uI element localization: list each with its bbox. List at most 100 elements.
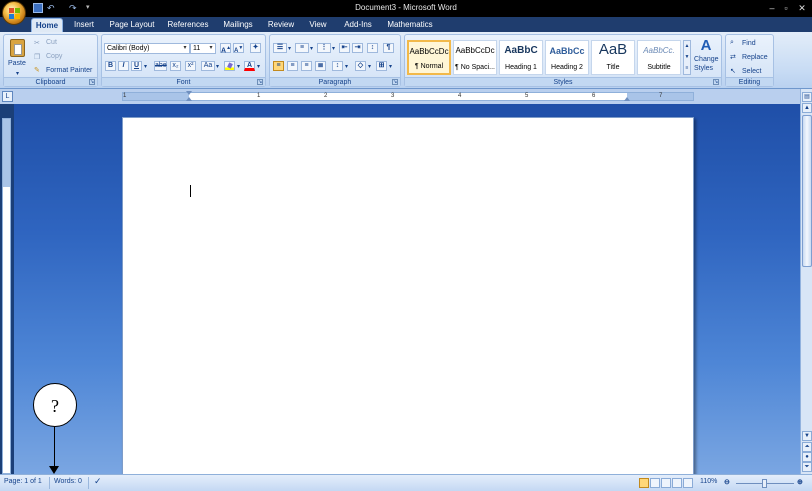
style-title[interactable]: AaB Title <box>591 40 635 75</box>
paste-icon[interactable] <box>10 39 25 57</box>
tab-view[interactable]: View <box>306 18 330 32</box>
change-styles-label-1[interactable]: Change <box>694 56 719 63</box>
page-count[interactable]: Page: 1 of 1 <box>4 478 42 485</box>
save-icon[interactable] <box>33 3 43 13</box>
styles-launcher-icon[interactable]: ↘ <box>713 79 719 85</box>
align-right-icon[interactable]: ≡ <box>301 61 312 71</box>
zoom-slider-thumb[interactable] <box>762 479 767 488</box>
multilevel-list-icon[interactable]: ⋮ <box>317 43 331 53</box>
font-color-button[interactable]: A <box>244 61 255 71</box>
style-normal[interactable]: AaBbCcDc ¶ Normal <box>407 40 451 75</box>
style-heading-2[interactable]: AaBbCc Heading 2 <box>545 40 589 75</box>
zoom-level[interactable]: 110% <box>700 478 717 485</box>
tab-mathematics[interactable]: Mathematics <box>384 18 436 32</box>
style-no-spacing[interactable]: AaBbCcDc ¶ No Spaci... <box>453 40 497 75</box>
justify-icon[interactable]: ≣ <box>315 61 326 71</box>
draft-view-icon[interactable] <box>683 478 693 488</box>
numbering-dropdown-icon[interactable]: ▾ <box>310 45 313 52</box>
show-marks-icon[interactable]: ¶ <box>383 43 394 53</box>
bullets-dropdown-icon[interactable]: ▾ <box>288 45 291 52</box>
paste-button[interactable]: Paste <box>8 60 26 67</box>
zoom-out-icon[interactable]: ⊖ <box>724 478 730 486</box>
align-center-icon[interactable]: ≡ <box>287 61 298 71</box>
subscript-button[interactable]: x₂ <box>170 61 181 71</box>
bold-button[interactable]: B <box>105 61 116 71</box>
find-button[interactable]: Find <box>742 40 756 47</box>
numbering-icon[interactable]: ≡ <box>295 43 309 53</box>
customize-quick-access-icon[interactable]: ▾ <box>86 3 96 13</box>
bullets-icon[interactable]: ☰ <box>273 43 287 53</box>
close-icon[interactable]: ✕ <box>797 3 807 13</box>
office-button[interactable] <box>2 1 26 25</box>
copy-button[interactable]: Copy <box>46 53 62 60</box>
grow-font-icon[interactable]: A▲ <box>220 43 231 54</box>
sort-icon[interactable]: ↕ <box>367 43 378 53</box>
redo-icon[interactable]: ↷ <box>69 3 79 13</box>
first-line-indent-marker[interactable] <box>186 91 192 95</box>
tab-home[interactable]: Home <box>31 18 63 32</box>
tab-references[interactable]: References <box>166 18 210 32</box>
right-indent-marker[interactable] <box>624 97 630 101</box>
maximize-icon[interactable]: ▫ <box>781 3 791 13</box>
line-spacing-dropdown-icon[interactable]: ▾ <box>345 63 348 70</box>
tab-page-layout[interactable]: Page Layout <box>108 18 156 32</box>
document-page[interactable] <box>122 117 694 477</box>
horizontal-ruler[interactable]: 1 1 2 3 4 5 6 7 <box>122 91 694 101</box>
next-page-icon[interactable]: ⏷ <box>802 462 812 472</box>
scroll-up-icon[interactable]: ▲ <box>802 103 812 113</box>
proofing-icon[interactable]: ✓ <box>94 476 102 487</box>
underline-dropdown-icon[interactable]: ▾ <box>144 63 147 70</box>
change-styles-label-2[interactable]: Styles <box>694 65 713 72</box>
vertical-ruler[interactable] <box>2 118 11 474</box>
view-ruler-icon[interactable]: ▤ <box>802 92 812 102</box>
shrink-font-icon[interactable]: A▼ <box>233 43 244 54</box>
word-count[interactable]: Words: 0 <box>54 478 82 485</box>
superscript-button[interactable]: x² <box>185 61 196 71</box>
tab-review[interactable]: Review <box>266 18 296 32</box>
align-left-icon[interactable]: ≡ <box>273 61 284 71</box>
clipboard-launcher-icon[interactable]: ↘ <box>89 79 95 85</box>
styles-gallery-scroll[interactable]: ▲ ▼ ≡ <box>683 40 691 75</box>
cut-button[interactable]: Cut <box>46 39 57 46</box>
select-button[interactable]: Select <box>742 68 761 75</box>
decrease-indent-icon[interactable]: ⇤ <box>339 43 350 53</box>
select-browse-object-icon[interactable]: ● <box>802 452 812 462</box>
tab-mailings[interactable]: Mailings <box>220 18 256 32</box>
print-layout-icon[interactable] <box>639 478 649 488</box>
previous-page-icon[interactable]: ⏶ <box>802 442 812 452</box>
vertical-scrollbar[interactable]: ▤ ▲ ▼ ⏶ ● ⏷ <box>800 89 812 474</box>
font-name-combo[interactable]: Calibri (Body) ▾ <box>104 43 190 54</box>
multilevel-dropdown-icon[interactable]: ▾ <box>332 45 335 52</box>
tab-insert[interactable]: Insert <box>70 18 98 32</box>
full-screen-reading-icon[interactable] <box>650 478 660 488</box>
format-painter-button[interactable]: Format Painter <box>46 67 92 74</box>
italic-button[interactable]: I <box>118 61 129 71</box>
increase-indent-icon[interactable]: ⇥ <box>352 43 363 53</box>
style-subtitle[interactable]: AaBbCc. Subtitle <box>637 40 681 75</box>
clear-formatting-icon[interactable]: ✦ <box>250 43 261 53</box>
minimize-icon[interactable]: – <box>767 3 777 13</box>
line-spacing-icon[interactable]: ↕ <box>332 61 343 71</box>
font-color-dropdown-icon[interactable]: ▾ <box>257 63 260 70</box>
font-size-combo[interactable]: 11 ▾ <box>190 43 216 54</box>
replace-button[interactable]: Replace <box>742 54 768 61</box>
paragraph-launcher-icon[interactable]: ↘ <box>392 79 398 85</box>
borders-dropdown-icon[interactable]: ▾ <box>389 63 392 70</box>
hanging-indent-marker[interactable] <box>186 97 192 101</box>
paste-dropdown-icon[interactable]: ▾ <box>16 70 19 77</box>
scroll-down-icon[interactable]: ▼ <box>802 431 812 441</box>
change-case-dropdown-icon[interactable]: ▾ <box>216 63 219 70</box>
scroll-thumb[interactable] <box>802 115 812 267</box>
style-heading-1[interactable]: AaBbC Heading 1 <box>499 40 543 75</box>
shading-icon[interactable]: ◇ <box>355 61 366 71</box>
change-case-button[interactable]: Aa <box>201 61 215 71</box>
zoom-in-icon[interactable]: ⊕ <box>797 478 803 486</box>
shading-dropdown-icon[interactable]: ▾ <box>368 63 371 70</box>
highlight-dropdown-icon[interactable]: ▾ <box>237 63 240 70</box>
web-layout-icon[interactable] <box>661 478 671 488</box>
underline-button[interactable]: U <box>131 61 142 71</box>
outline-view-icon[interactable] <box>672 478 682 488</box>
tab-selector-icon[interactable]: L <box>2 91 13 102</box>
undo-icon[interactable]: ↶ <box>47 3 57 13</box>
strikethrough-button[interactable]: abe <box>154 61 167 71</box>
